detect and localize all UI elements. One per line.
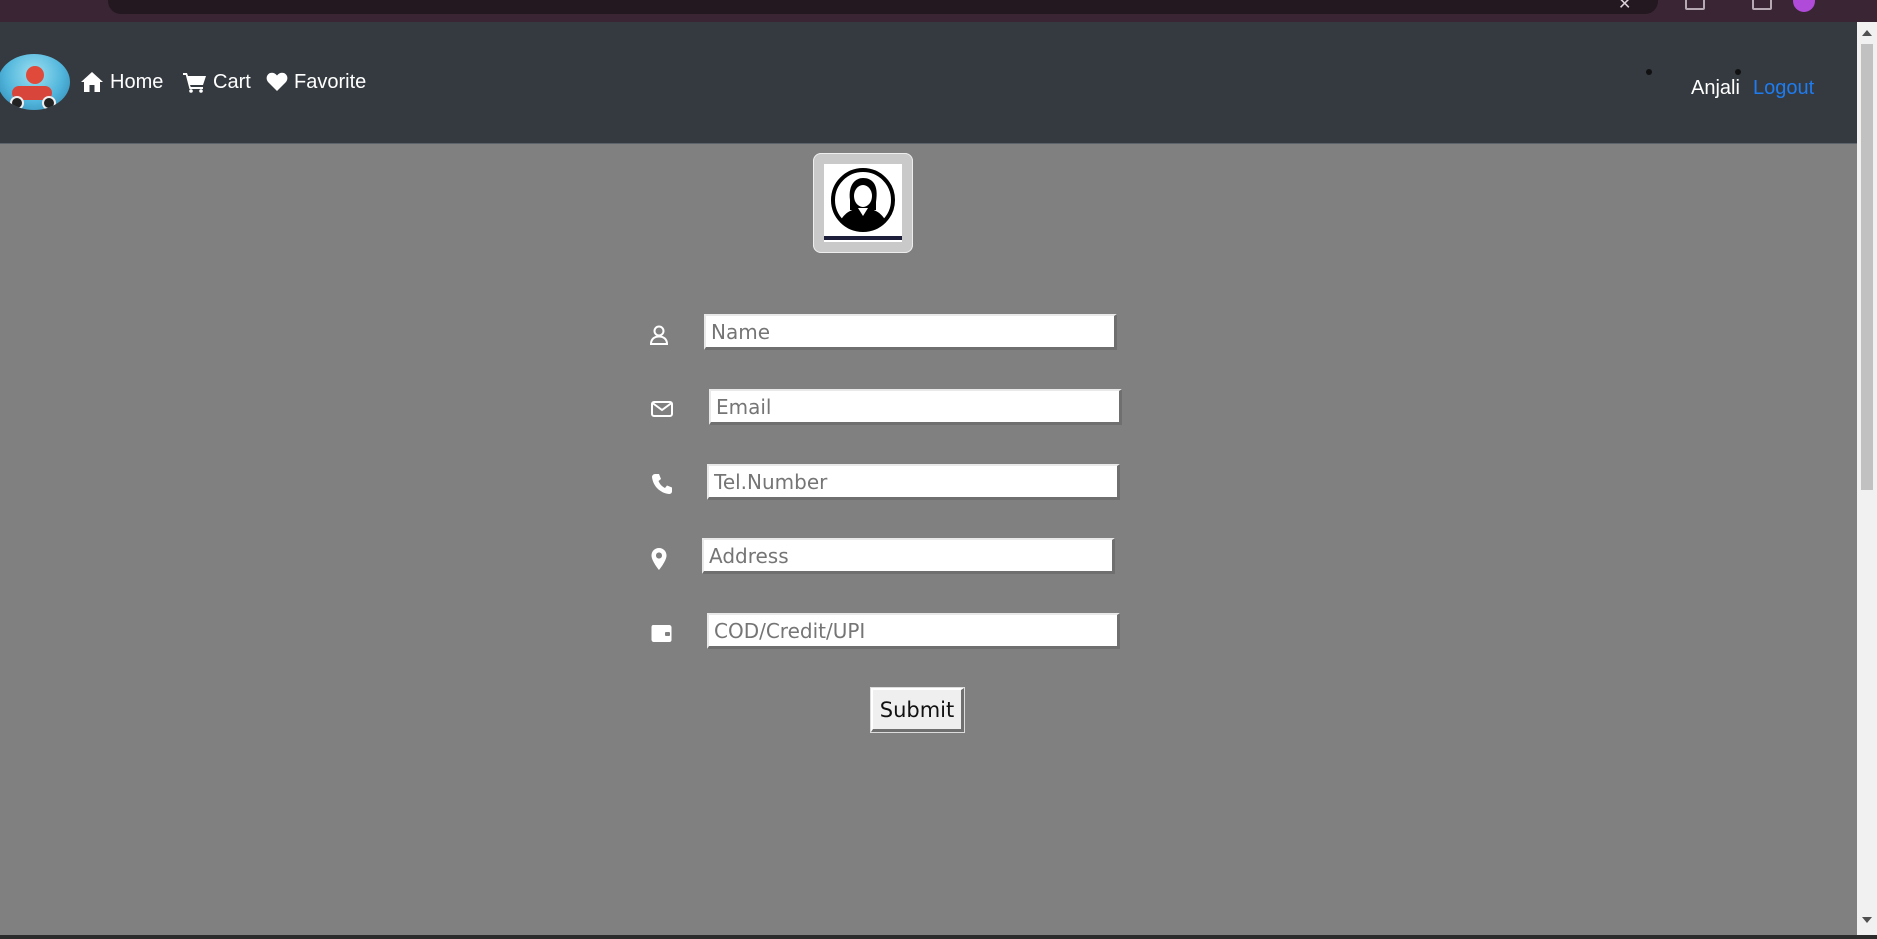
top-navbar: Home Cart Favorite Anjali Logout — [0, 22, 1857, 144]
nav-cart-link[interactable]: Cart — [183, 70, 251, 94]
cart-icon — [183, 73, 206, 93]
user-name: Anjali — [1691, 77, 1740, 99]
taskbar-edge — [0, 935, 1877, 939]
heart-icon — [266, 72, 288, 91]
nav-favorite-link[interactable]: Favorite — [266, 70, 366, 94]
payment-method-field[interactable] — [707, 613, 1120, 649]
submit-button[interactable]: Submit — [871, 688, 964, 732]
nav-favorite-label: Favorite — [294, 71, 367, 93]
phone-icon — [649, 471, 675, 497]
site-logo[interactable] — [0, 54, 70, 110]
scroll-down-arrow-icon[interactable] — [1862, 917, 1872, 923]
page-scrollbar[interactable] — [1857, 22, 1877, 935]
sidebar-icon[interactable] — [1752, 0, 1772, 10]
nav-cart-label: Cart — [213, 71, 251, 93]
wallet-icon — [649, 620, 675, 646]
extension-icon[interactable] — [1685, 0, 1705, 10]
logout-link[interactable]: Logout — [1753, 77, 1814, 100]
browser-toolbar: ✕ — [0, 0, 1877, 22]
address-field[interactable] — [702, 538, 1115, 574]
profile-picture — [813, 153, 913, 253]
scroll-up-arrow-icon[interactable] — [1862, 30, 1872, 36]
woman-avatar-icon — [831, 168, 895, 232]
home-icon — [81, 72, 103, 92]
scroll-thumb[interactable] — [1861, 44, 1873, 490]
address-bar[interactable] — [108, 0, 1658, 14]
map-pin-icon — [646, 546, 672, 572]
nav-home-link[interactable]: Home — [80, 70, 163, 94]
envelope-icon — [649, 396, 675, 422]
bookmark-star-icon[interactable]: ✕ — [1618, 0, 1631, 13]
avatar-image — [824, 164, 902, 242]
email-field[interactable] — [709, 389, 1122, 425]
indicator-dot — [1735, 69, 1741, 75]
phone-field[interactable] — [707, 464, 1120, 500]
nav-home-label: Home — [110, 71, 164, 93]
name-field[interactable] — [704, 314, 1117, 350]
profile-avatar[interactable] — [1793, 0, 1815, 12]
user-icon — [646, 322, 672, 348]
indicator-dot — [1646, 69, 1652, 75]
